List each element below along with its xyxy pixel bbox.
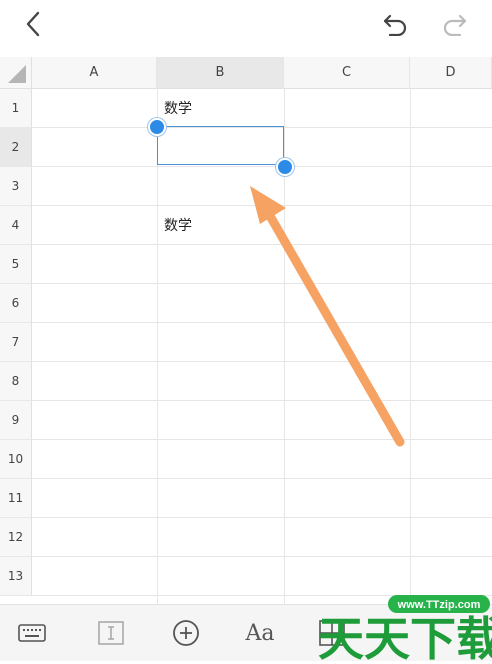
grid-line [32, 478, 492, 479]
column-header-a[interactable]: A [32, 57, 157, 89]
cell-b1[interactable]: 数学 [164, 98, 192, 118]
grid-line [32, 556, 492, 557]
annotation-arrow [250, 186, 405, 447]
undo-icon[interactable] [382, 12, 410, 36]
select-all-corner[interactable] [0, 57, 32, 89]
watermark-logo: www.TTzip.com 天天下载 [316, 583, 492, 664]
keyboard-button[interactable] [18, 619, 46, 647]
watermark-graphic: www.TTzip.com 天天下载 [318, 595, 492, 664]
keyboard-icon [18, 624, 46, 642]
column-header-c[interactable]: C [284, 57, 410, 89]
row-header-8[interactable]: 8 [0, 362, 32, 401]
cell-b4[interactable]: 数学 [164, 215, 192, 235]
row-header-4[interactable]: 4 [0, 206, 32, 245]
corner-triangle-icon [8, 65, 26, 83]
add-circle-icon [173, 620, 199, 646]
selection-handle-bottom-right[interactable] [276, 158, 294, 176]
column-header-d[interactable]: D [410, 57, 492, 89]
font-style-icon: Aa [245, 620, 275, 646]
column-header-b[interactable]: B [157, 57, 284, 89]
top-bar [0, 0, 492, 52]
text-cursor-button[interactable] [97, 619, 125, 647]
text-cursor-icon [98, 621, 124, 645]
watermark-url: www.TTzip.com [397, 599, 481, 611]
back-icon[interactable] [22, 10, 44, 38]
row-header-13[interactable]: 13 [0, 557, 32, 596]
watermark-logo-text: 天天下载 [318, 612, 492, 660]
row-header-12[interactable]: 12 [0, 518, 32, 557]
font-style-button[interactable]: Aa [244, 619, 276, 647]
grid-line [32, 166, 492, 167]
redo-icon[interactable] [440, 12, 468, 36]
row-header-10[interactable]: 10 [0, 440, 32, 479]
grid-line [32, 517, 492, 518]
row-header-6[interactable]: 6 [0, 284, 32, 323]
selected-cell-b2[interactable] [157, 126, 284, 165]
row-header-1[interactable]: 1 [0, 89, 32, 128]
row-header-2[interactable]: 2 [0, 128, 32, 167]
selection-handle-top-left[interactable] [148, 118, 166, 136]
row-header-11[interactable]: 11 [0, 479, 32, 518]
row-header-5[interactable]: 5 [0, 245, 32, 284]
row-header-3[interactable]: 3 [0, 167, 32, 206]
insert-button[interactable] [172, 619, 200, 647]
row-header-7[interactable]: 7 [0, 323, 32, 362]
row-header-9[interactable]: 9 [0, 401, 32, 440]
